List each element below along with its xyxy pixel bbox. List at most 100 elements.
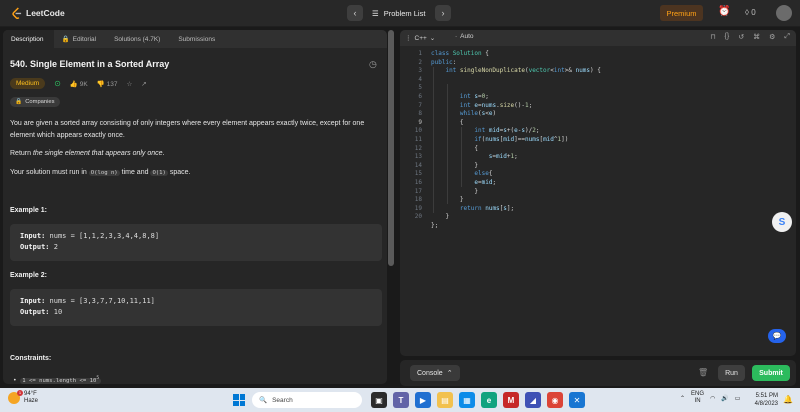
- share-icon[interactable]: ↗: [141, 80, 146, 88]
- chevron-left-icon: ‹: [353, 8, 357, 18]
- volume-icon[interactable]: 🔊: [721, 395, 728, 402]
- code-line: }: [431, 161, 478, 169]
- avatar[interactable]: [776, 5, 792, 21]
- line-number: 11: [414, 136, 422, 143]
- line-number: 17: [414, 187, 422, 195]
- line-number: 6: [418, 93, 422, 100]
- solved-check-icon: ⊙: [54, 79, 61, 88]
- code-line: else{: [474, 170, 493, 178]
- run-button[interactable]: Run: [718, 365, 745, 381]
- taskbar-search[interactable]: 🔍 Search: [252, 392, 362, 408]
- shortcut-icon[interactable]: ⌘: [753, 33, 760, 41]
- problem-list-button[interactable]: ☰ Problem List: [372, 5, 425, 21]
- difficulty-badge: Medium: [10, 78, 46, 89]
- companies-badge[interactable]: 🔒 Companies: [10, 97, 60, 107]
- description-paragraph-2: Return the single element that appears o…: [10, 150, 165, 157]
- line-number: 1: [418, 50, 422, 57]
- fire-streak-icon[interactable]: ◊ 0: [745, 8, 756, 17]
- fullscreen-icon[interactable]: ⤢: [784, 33, 790, 41]
- clock-time: 5:51 PM: [755, 393, 778, 399]
- line-number: 13: [414, 153, 422, 161]
- reset-icon[interactable]: ↺: [738, 33, 744, 41]
- code-line: e=mid;: [474, 179, 497, 186]
- language-indicator[interactable]: ENG IN: [691, 391, 704, 405]
- wifi-icon[interactable]: ◠: [710, 395, 715, 402]
- line-number: 2: [418, 58, 422, 66]
- code-line: }: [431, 213, 450, 221]
- premium-button[interactable]: Premium: [660, 5, 703, 21]
- like-button[interactable]: 👍 9K: [70, 80, 88, 88]
- mcafee-icon[interactable]: M: [503, 392, 519, 408]
- line-number: 10: [414, 127, 422, 135]
- braces-icon[interactable]: {}: [725, 33, 730, 41]
- list-icon: ☰: [372, 8, 379, 18]
- task-view-icon[interactable]: ▣: [371, 392, 387, 408]
- console-button[interactable]: Console ⌃: [410, 365, 460, 381]
- clock-date: 4/8/2023: [754, 401, 778, 407]
- chevron-down-icon: ⌄: [429, 35, 436, 42]
- tab-label: Description: [11, 35, 44, 43]
- system-tray: ⌃ ENG IN ◠ 🔊 ▭: [680, 391, 740, 405]
- tab-editorial[interactable]: 🔒 Editorial: [54, 30, 107, 48]
- tab-submissions[interactable]: Submissions: [170, 30, 225, 48]
- extension-s-icon[interactable]: S: [772, 212, 792, 232]
- console-label: Console: [417, 369, 443, 377]
- alarm-clock-icon[interactable]: ⏰: [718, 6, 730, 17]
- windows-start-icon[interactable]: [233, 394, 245, 406]
- temperature: 94°F: [24, 391, 37, 397]
- vscode-icon[interactable]: ✕: [569, 392, 585, 408]
- tab-label: Submissions: [178, 35, 216, 43]
- line-number: 7: [418, 101, 422, 109]
- battery-icon[interactable]: ▭: [735, 395, 741, 402]
- leetcode-logo-icon: [12, 7, 22, 19]
- search-icon: 🔍: [259, 397, 268, 404]
- code-line: public:: [431, 58, 457, 66]
- windows-taskbar: 1 94°F Haze 🔍 Search ▣ T ▶ ▤ ▦ e M ◢ ◉ ✕ …: [0, 388, 800, 412]
- console-bar: Console ⌃ 🗑 Run Submit: [400, 360, 796, 386]
- language-label: C++: [414, 34, 427, 42]
- next-problem-button[interactable]: ›: [435, 5, 451, 21]
- code-line: while(s<e): [459, 110, 497, 118]
- description-paragraph-3: Your solution must run in O(log n) time …: [10, 169, 191, 176]
- prev-problem-button[interactable]: ‹: [347, 5, 363, 21]
- teams-icon[interactable]: T: [393, 392, 409, 408]
- tab-label: Editorial: [72, 35, 97, 43]
- code-line: int singleNonDuplicate(vector<int>& nums…: [445, 67, 601, 75]
- problem-meta: Medium ⊙ 👍 9K 👎 137 ☆ ↗: [10, 78, 147, 89]
- taskbar-clock[interactable]: 5:51 PM 4/8/2023: [742, 392, 778, 408]
- tab-solutions[interactable]: Solutions (4.7K): [106, 30, 170, 48]
- trash-icon[interactable]: 🗑: [698, 368, 708, 377]
- line-number: 15: [414, 170, 422, 178]
- example-1-box: Input: nums = [1,1,2,3,3,4,4,8,8] Output…: [10, 224, 382, 261]
- store-icon[interactable]: ▦: [459, 392, 475, 408]
- chat-icon[interactable]: 💬: [768, 329, 786, 343]
- top-nav: LeetCode ‹ ☰ Problem List › Premium ⏰ ◊ …: [0, 0, 800, 27]
- description-scrollbar[interactable]: [388, 30, 394, 266]
- star-icon[interactable]: ☆: [126, 80, 132, 88]
- app-icon[interactable]: ◢: [525, 392, 541, 408]
- weather-text: Haze: [24, 398, 39, 404]
- line-number: 18: [414, 196, 422, 204]
- chrome-icon[interactable]: ◉: [547, 392, 563, 408]
- language-select[interactable]: ⋮ C++ ⌄: [405, 33, 435, 43]
- notification-icon[interactable]: 🔔: [783, 395, 793, 404]
- autocomplete-toggle[interactable]: · Auto: [455, 33, 474, 40]
- video-icon[interactable]: ▶: [415, 392, 431, 408]
- file-explorer-icon[interactable]: ▤: [437, 392, 453, 408]
- dislike-button[interactable]: 👎 137: [97, 80, 118, 88]
- chevron-up-icon[interactable]: ⌃: [680, 395, 685, 402]
- line-number: 5: [418, 84, 422, 92]
- bookmark-icon[interactable]: ⊓: [710, 33, 715, 41]
- info-icon[interactable]: ◷: [369, 59, 377, 70]
- drag-handle-icon: ⋮: [405, 35, 412, 42]
- line-number: 19: [414, 204, 422, 212]
- settings-icon[interactable]: ⚙: [769, 33, 775, 41]
- weather-widget[interactable]: 1 94°F Haze: [8, 390, 39, 405]
- search-label: Search: [272, 396, 293, 404]
- leetcode-logo[interactable]: LeetCode: [11, 7, 65, 19]
- edge-icon[interactable]: e: [481, 392, 497, 408]
- notification-badge: 1: [17, 390, 23, 396]
- submit-button[interactable]: Submit: [752, 365, 790, 381]
- tab-description[interactable]: Description: [3, 30, 54, 48]
- editor-toolbar: ⋮ C++ ⌄ · Auto ⊓ {} ↺ ⌘ ⚙ ⤢: [400, 30, 796, 46]
